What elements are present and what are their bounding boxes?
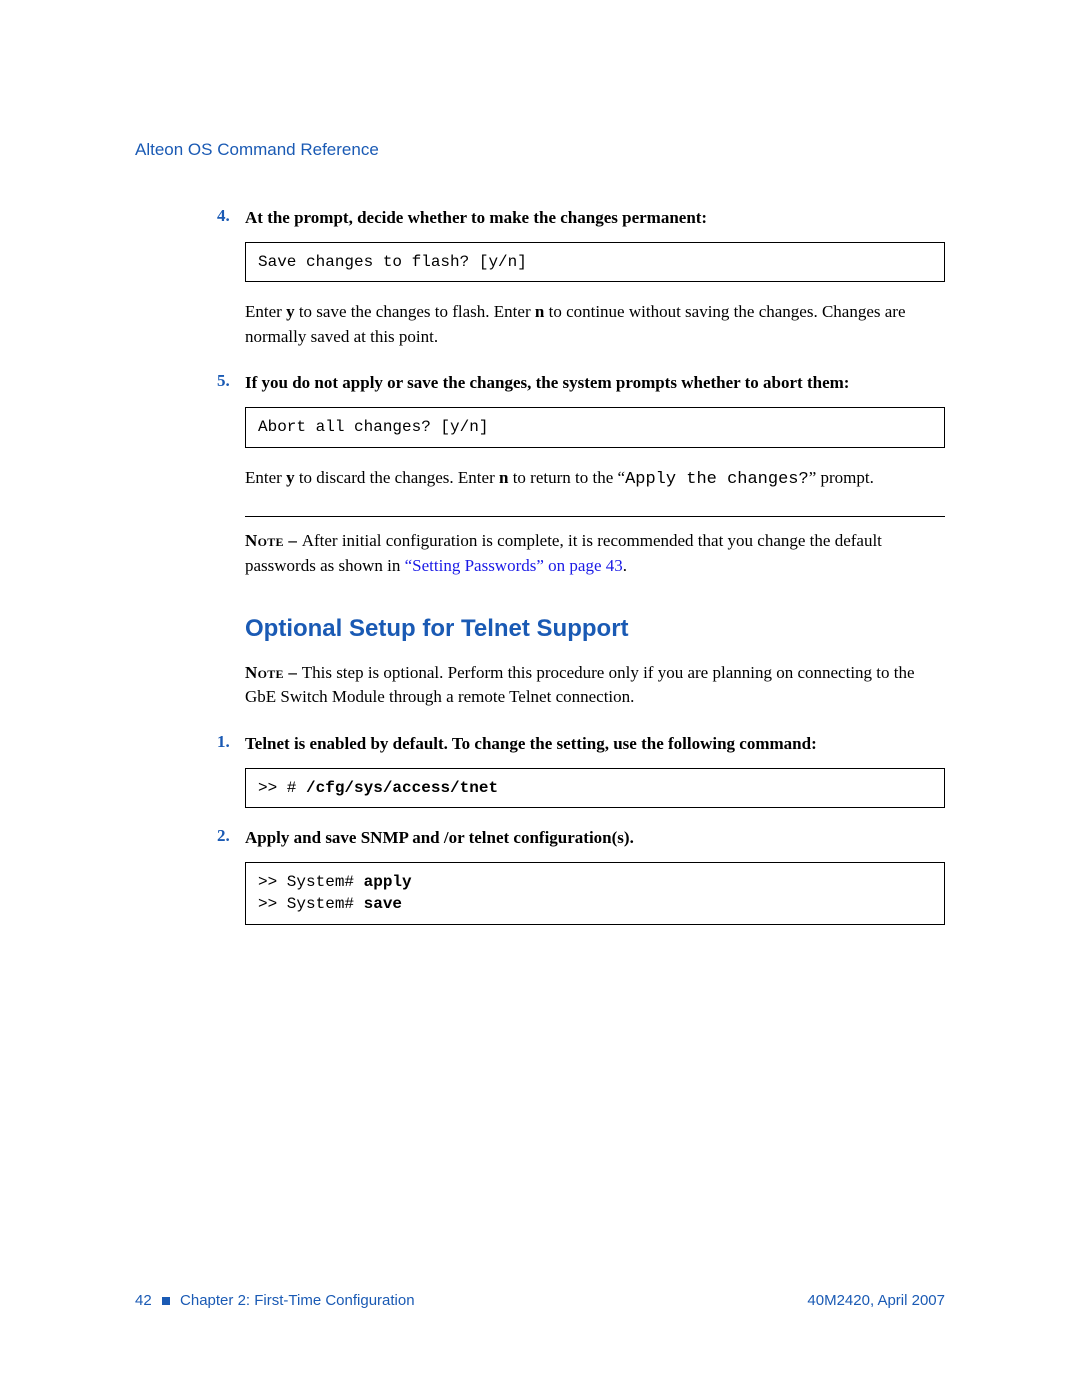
xref-link[interactable]: “Setting Passwords” on page 43	[405, 556, 623, 575]
step-number: 4.	[217, 206, 230, 226]
code-block: Abort all changes? [y/n]	[245, 407, 945, 447]
telnet-step-1: 1. Telnet is enabled by default. To chan…	[245, 732, 945, 808]
divider	[245, 516, 945, 517]
page: Alteon OS Command Reference 4. At the pr…	[0, 0, 1080, 1397]
telnet-step-2: 2. Apply and save SNMP and /or telnet co…	[245, 826, 945, 925]
step-title: Telnet is enabled by default. To change …	[245, 732, 945, 756]
step-body: Enter y to discard the changes. Enter n …	[245, 466, 945, 493]
step-number: 1.	[217, 732, 230, 752]
step-title: Apply and save SNMP and /or telnet confi…	[245, 826, 945, 850]
step-4: 4. At the prompt, decide whether to make…	[245, 206, 945, 349]
page-footer: 42 Chapter 2: First-Time Configuration 4…	[135, 1292, 945, 1309]
content-block: 4. At the prompt, decide whether to make…	[245, 206, 945, 925]
section-heading: Optional Setup for Telnet Support	[245, 615, 945, 643]
note-block: Note – After initial configuration is co…	[245, 529, 945, 578]
footer-left: 42 Chapter 2: First-Time Configuration	[135, 1292, 415, 1309]
step-title: At the prompt, decide whether to make th…	[245, 206, 945, 230]
note-label: Note –	[245, 531, 302, 550]
square-icon	[162, 1297, 170, 1305]
code-block: Save changes to flash? [y/n]	[245, 242, 945, 282]
step-5: 5. If you do not apply or save the chang…	[245, 371, 945, 492]
note-block: Note – This step is optional. Perform th…	[245, 661, 945, 710]
page-number: 42	[135, 1292, 152, 1309]
code-block: >> # /cfg/sys/access/tnet	[245, 768, 945, 808]
note-label: Note –	[245, 663, 302, 682]
step-title: If you do not apply or save the changes,…	[245, 371, 945, 395]
step-number: 2.	[217, 826, 230, 846]
chapter-label: Chapter 2: First-Time Configuration	[180, 1292, 415, 1309]
step-number: 5.	[217, 371, 230, 391]
footer-right: 40M2420, April 2007	[807, 1292, 945, 1309]
step-body: Enter y to save the changes to flash. En…	[245, 300, 945, 349]
code-block: >> System# apply >> System# save	[245, 862, 945, 925]
page-header: Alteon OS Command Reference	[135, 140, 945, 160]
